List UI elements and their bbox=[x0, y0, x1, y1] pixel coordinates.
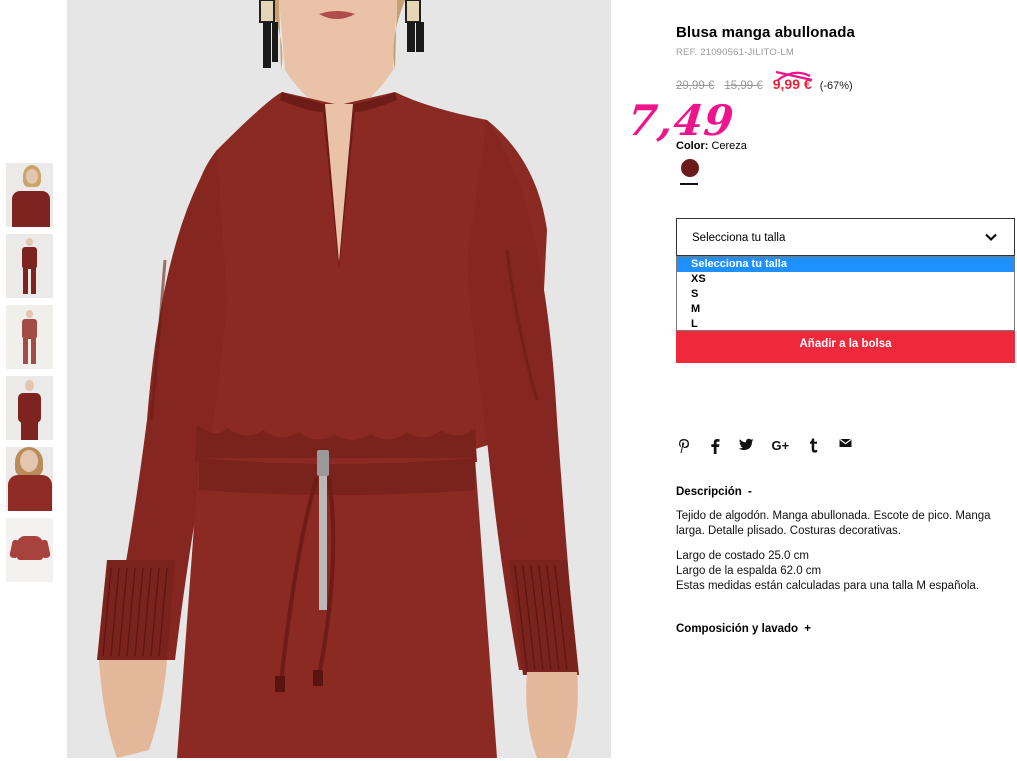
collapse-toggle-icon: - bbox=[748, 486, 752, 498]
size-option-placeholder[interactable]: Selecciona tu talla bbox=[677, 257, 1014, 272]
google-plus-icon[interactable]: G+ bbox=[770, 437, 790, 455]
measure-back-length: Largo de la espalda 62.0 cm bbox=[676, 565, 822, 577]
thumbnail-1[interactable] bbox=[6, 163, 53, 227]
thumbnail-strip bbox=[6, 163, 54, 589]
thumb-pants bbox=[21, 422, 38, 440]
measurements-block: Largo de costado 25.0 cm Largo de la esp… bbox=[676, 549, 979, 594]
size-option-m[interactable]: M bbox=[677, 302, 1014, 317]
thumb-leg bbox=[31, 268, 36, 294]
thumb-face bbox=[25, 380, 34, 391]
thumb-face bbox=[26, 169, 38, 184]
thumbnail-4[interactable] bbox=[6, 376, 53, 440]
thumb-face bbox=[26, 238, 33, 246]
thumbnail-2[interactable] bbox=[6, 234, 53, 298]
size-select-value: Selecciona tu talla bbox=[692, 232, 786, 244]
price-original: 29,99 € bbox=[676, 80, 715, 92]
color-label-row: Color: Cereza bbox=[676, 140, 747, 152]
color-swatch-cereza[interactable] bbox=[681, 159, 699, 177]
description-heading[interactable]: Descripción - bbox=[676, 486, 752, 498]
thumbnail-5[interactable] bbox=[6, 447, 53, 511]
product-main-image[interactable] bbox=[67, 0, 611, 758]
facebook-icon[interactable] bbox=[707, 437, 723, 455]
thumb-leg bbox=[23, 338, 28, 364]
product-photo-illustration bbox=[67, 0, 611, 758]
measure-note: Estas medidas están calculadas para una … bbox=[676, 580, 980, 592]
thumb-leg bbox=[31, 338, 36, 364]
description-heading-text: Descripción bbox=[676, 486, 742, 498]
size-dropdown-list: Selecciona tu talla XS S M L bbox=[676, 256, 1015, 331]
swatch-selected-indicator bbox=[680, 183, 698, 185]
composition-heading-text: Composición y lavado bbox=[676, 623, 799, 635]
thumb-blouse bbox=[22, 319, 37, 339]
product-title: Blusa manga abullonada bbox=[676, 24, 855, 41]
handwritten-price-annotation: 7,49 bbox=[625, 96, 737, 145]
thumb-blouse bbox=[18, 393, 41, 423]
product-reference: REF. 21090561-JILITO-LM bbox=[676, 47, 794, 58]
size-select[interactable]: Selecciona tu talla bbox=[676, 218, 1015, 256]
color-value: Cereza bbox=[711, 140, 747, 152]
price-row: 29,99 € 15,99 € 9,99 € (-67%) bbox=[676, 76, 853, 92]
pinterest-icon[interactable] bbox=[676, 437, 692, 455]
chevron-down-icon bbox=[985, 233, 997, 242]
social-share-bar: G+ bbox=[676, 437, 864, 457]
thumb-blouse bbox=[22, 247, 37, 269]
measure-side-length: Largo de costado 25.0 cm bbox=[676, 550, 809, 562]
email-icon[interactable] bbox=[837, 437, 853, 455]
thumb-blouse bbox=[8, 475, 52, 511]
thumb-face bbox=[26, 310, 33, 318]
twitter-icon[interactable] bbox=[739, 437, 755, 455]
composition-heading[interactable]: Composición y lavado + bbox=[676, 623, 811, 635]
thumb-face bbox=[20, 450, 38, 472]
price-previous: 15,99 € bbox=[724, 80, 763, 92]
thumbnail-3[interactable] bbox=[6, 305, 53, 369]
description-text: Tejido de algodón. Manga abullonada. Esc… bbox=[676, 510, 991, 537]
tumblr-icon[interactable] bbox=[806, 437, 822, 455]
size-option-xs[interactable]: XS bbox=[677, 272, 1014, 287]
color-label: Color: bbox=[676, 140, 709, 152]
size-option-s[interactable]: S bbox=[677, 287, 1014, 302]
thumbnail-6[interactable] bbox=[6, 518, 53, 582]
discount-percentage: (-67%) bbox=[819, 80, 853, 92]
expand-toggle-icon: + bbox=[804, 623, 811, 635]
thumb-blouse bbox=[12, 191, 50, 227]
thumb-leg bbox=[23, 268, 28, 294]
price-sale: 9,99 € bbox=[772, 76, 812, 92]
thumb-flat-blouse bbox=[17, 536, 43, 560]
size-option-l[interactable]: L bbox=[677, 317, 1014, 332]
